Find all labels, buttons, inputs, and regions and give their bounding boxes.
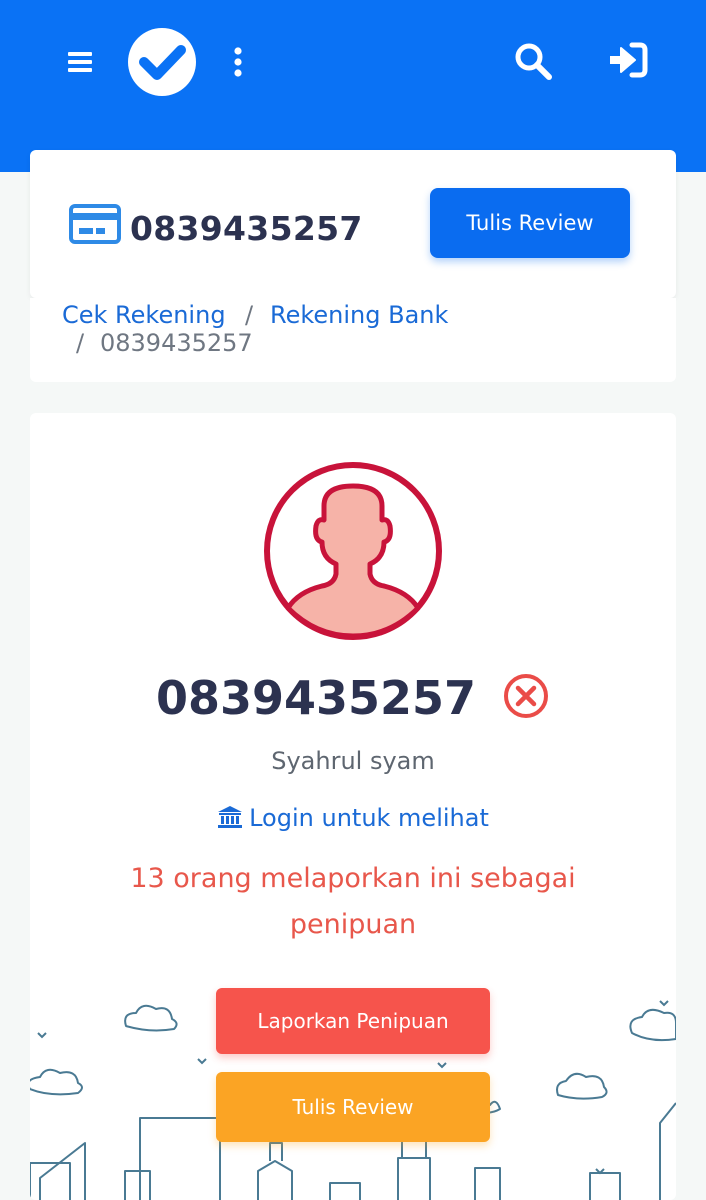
- bank-icon: [218, 806, 243, 828]
- account-number-heading: 0839435257: [0, 668, 706, 728]
- login-to-view-link[interactable]: Login untuk melihat: [0, 802, 706, 834]
- search-icon[interactable]: [512, 40, 554, 82]
- credit-card-icon: [69, 204, 121, 244]
- write-review-button-secondary[interactable]: Tulis Review: [216, 1072, 490, 1142]
- breadcrumb-link-cek-rekening[interactable]: Cek Rekening: [62, 300, 226, 330]
- hamburger-icon[interactable]: [66, 50, 94, 74]
- vertical-dots-icon[interactable]: [230, 46, 246, 78]
- report-fraud-button[interactable]: Laporkan Penipuan: [216, 988, 490, 1054]
- check-circle-logo[interactable]: [126, 26, 198, 98]
- user-avatar-icon: [264, 462, 442, 640]
- breadcrumb-link-rekening-bank[interactable]: Rekening Bank: [270, 300, 448, 330]
- top-navbar: [0, 0, 706, 172]
- x-circle-icon: [504, 674, 549, 718]
- sign-in-icon[interactable]: [606, 40, 650, 80]
- account-number-text: 0839435257: [155, 671, 477, 725]
- breadcrumb-separator: /: [245, 301, 254, 329]
- breadcrumb-current: 0839435257: [100, 329, 253, 357]
- owner-name: Syahrul syam: [271, 747, 435, 775]
- fraud-report-count: 13 orang melaporkan ini sebagai penipuan: [130, 863, 576, 940]
- breadcrumb-separator: /: [76, 329, 85, 357]
- login-to-view-text[interactable]: Login untuk melihat: [249, 804, 489, 832]
- write-review-button[interactable]: Tulis Review: [430, 188, 630, 258]
- account-number-title: 0839435257: [130, 209, 363, 248]
